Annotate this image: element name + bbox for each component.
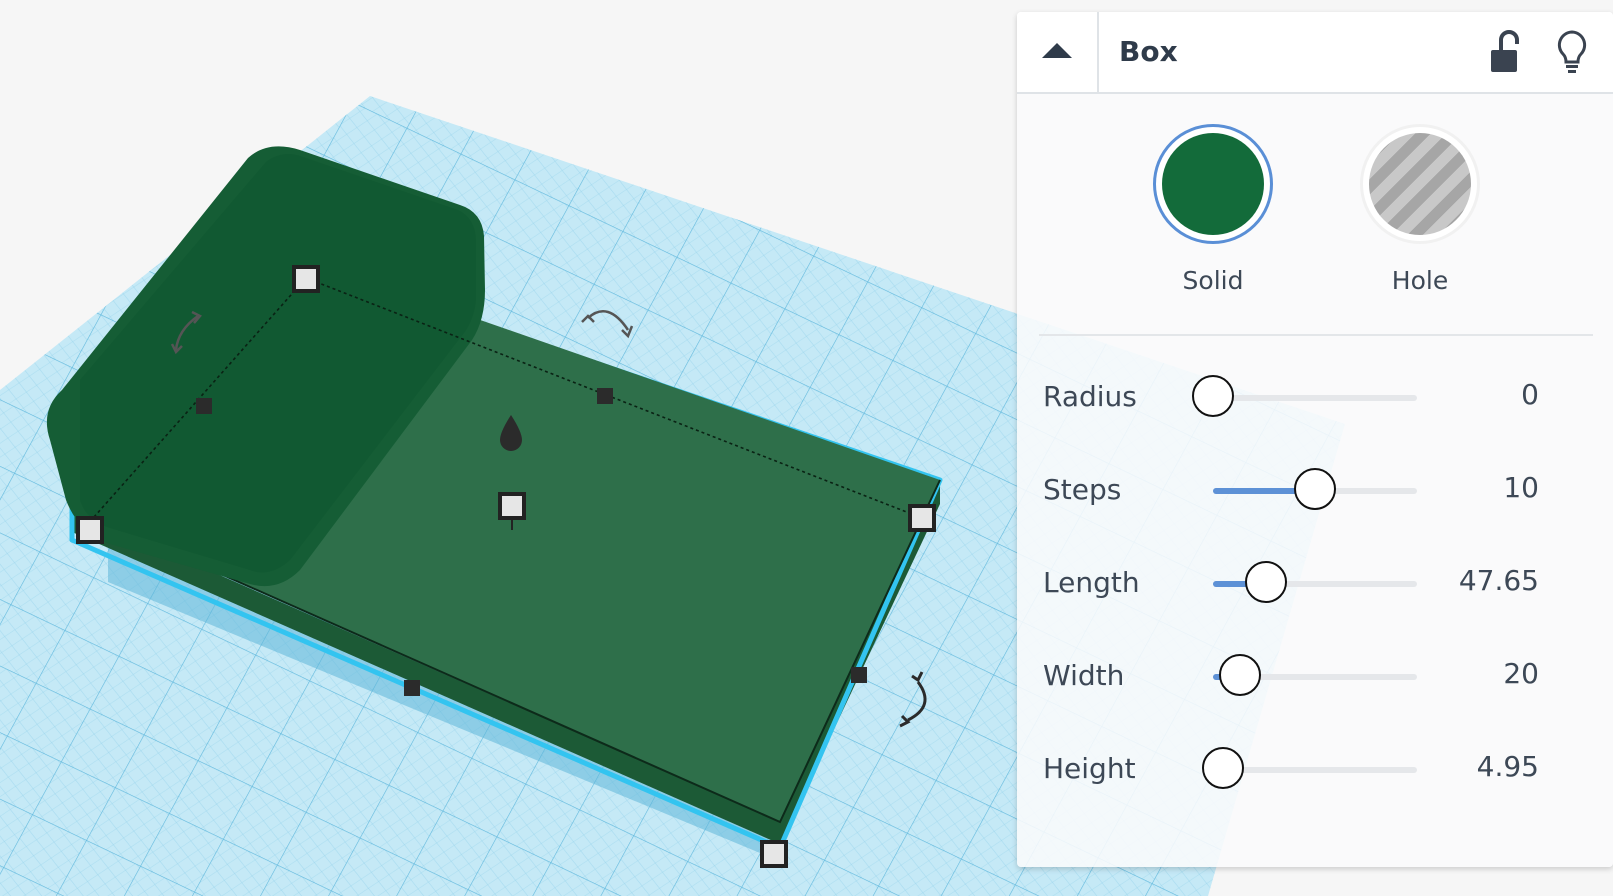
shape-title: Box xyxy=(1119,35,1178,68)
steps-value-field[interactable]: 10 xyxy=(1503,471,1539,505)
param-label: Steps xyxy=(1043,473,1122,506)
length-slider[interactable] xyxy=(1213,561,1417,603)
param-row-height: Height 4.95 xyxy=(1017,740,1613,800)
width-value-field[interactable]: 20 xyxy=(1503,657,1539,691)
radius-slider[interactable] xyxy=(1192,375,1417,417)
lightbulb-icon xyxy=(1557,30,1587,73)
height-slider[interactable] xyxy=(1202,747,1417,789)
unlock-icon xyxy=(1491,30,1519,72)
slider-thumb[interactable] xyxy=(1202,747,1245,789)
length-value-field[interactable]: 47.65 xyxy=(1459,564,1539,598)
slider-thumb[interactable] xyxy=(1192,375,1234,417)
radius-value-field[interactable]: 0 xyxy=(1521,378,1539,412)
param-label: Height xyxy=(1043,752,1136,785)
selected-ring xyxy=(1153,124,1273,244)
corner-handle[interactable] xyxy=(908,504,936,532)
param-row-width: Width 20 xyxy=(1017,647,1613,707)
param-label: Length xyxy=(1043,566,1140,599)
height-handle[interactable] xyxy=(498,492,526,520)
shape-inspector-panel: Box Solid Hole Radius 0 Steps 10 Length … xyxy=(1017,12,1613,867)
slider-thumb[interactable] xyxy=(1218,654,1261,696)
slider-thumb[interactable] xyxy=(1245,561,1288,603)
hole-label: Hole xyxy=(1391,266,1449,295)
hole-option[interactable]: Hole xyxy=(1355,124,1485,296)
param-row-steps: Steps 10 xyxy=(1017,461,1613,521)
hole-ring xyxy=(1360,124,1480,244)
height-value-field[interactable]: 4.95 xyxy=(1477,750,1539,784)
param-row-radius: Radius 0 xyxy=(1017,368,1613,428)
param-label: Radius xyxy=(1043,380,1137,413)
solid-color-option[interactable]: Solid xyxy=(1148,124,1278,296)
solid-label: Solid xyxy=(1182,266,1244,295)
edge-handle[interactable] xyxy=(196,398,212,414)
edge-handle[interactable] xyxy=(851,667,867,683)
steps-slider[interactable] xyxy=(1213,468,1417,510)
slider-thumb[interactable] xyxy=(1294,468,1336,510)
collapse-button[interactable] xyxy=(1017,12,1099,92)
corner-handle[interactable] xyxy=(76,516,104,544)
hole-swatch xyxy=(1369,133,1471,235)
param-row-length: Length 47.65 xyxy=(1017,554,1613,614)
inspector-header: Box xyxy=(1017,12,1613,94)
lightbulb-button[interactable] xyxy=(1547,26,1597,78)
width-slider[interactable] xyxy=(1213,654,1417,696)
divider xyxy=(1039,334,1593,336)
edge-handle[interactable] xyxy=(597,388,613,404)
edge-handle[interactable] xyxy=(404,680,420,696)
corner-handle[interactable] xyxy=(292,265,320,293)
param-label: Width xyxy=(1043,659,1125,692)
corner-handle[interactable] xyxy=(760,840,788,868)
lock-button[interactable] xyxy=(1479,26,1529,78)
caret-up-icon xyxy=(1042,43,1072,58)
solid-swatch xyxy=(1162,133,1264,235)
